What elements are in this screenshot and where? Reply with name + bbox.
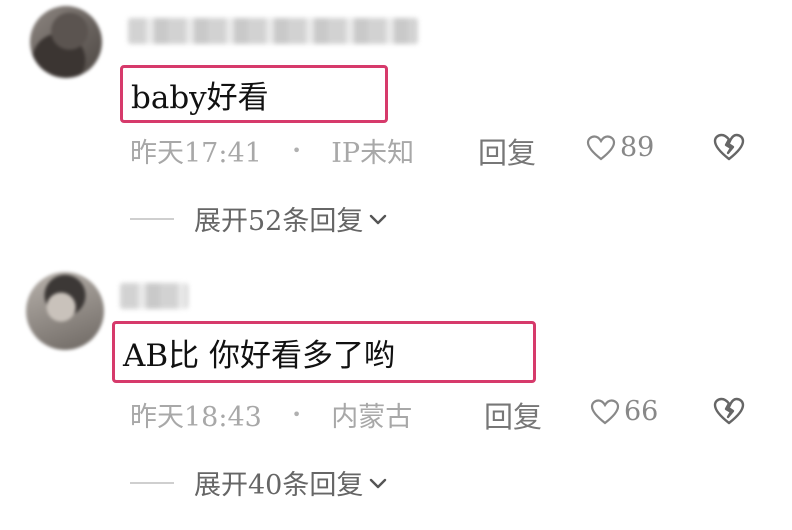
avatar[interactable] — [26, 272, 104, 350]
dislike-button[interactable] — [712, 396, 746, 430]
divider-line — [130, 217, 174, 220]
chevron-down-icon — [370, 214, 387, 224]
comment-meta: 昨天18:43 • 内蒙古 — [130, 395, 412, 434]
like-count: 66 — [624, 396, 659, 427]
expand-replies-label: 展开40条回复 — [194, 470, 364, 501]
broken-heart-icon — [713, 397, 745, 425]
expand-replies-button[interactable]: 展开52条回复 — [130, 199, 389, 238]
reply-button[interactable]: 回复 — [484, 394, 542, 436]
meta-separator: • — [291, 405, 302, 424]
meta-separator: • — [291, 141, 302, 160]
expand-replies-button[interactable]: 展开40条回复 — [130, 463, 389, 502]
comment-location: IP未知 — [331, 138, 415, 169]
avatar[interactable] — [30, 6, 102, 78]
comment-text: AB比 你好看多了哟 — [123, 337, 396, 374]
like-count: 89 — [620, 132, 655, 163]
heart-outline-icon — [590, 398, 620, 424]
username-blurred[interactable] — [128, 18, 418, 44]
broken-heart-icon — [713, 133, 745, 161]
comment-meta: 昨天17:41 • IP未知 — [130, 131, 414, 170]
comment-location: 内蒙古 — [331, 402, 413, 433]
comment-text-highlight: AB比 你好看多了哟 — [112, 321, 536, 383]
reply-button[interactable]: 回复 — [478, 130, 536, 172]
divider-line — [130, 481, 174, 484]
comment-text-highlight: baby好看 — [120, 65, 388, 123]
chevron-down-icon — [370, 478, 387, 488]
dislike-button[interactable] — [712, 132, 746, 166]
username-blurred[interactable] — [120, 283, 188, 309]
comment-time: 昨天17:41 — [130, 138, 262, 169]
heart-outline-icon — [586, 134, 616, 160]
comment-text: baby好看 — [131, 79, 269, 116]
like-button[interactable]: 66 — [590, 396, 658, 427]
expand-replies-label: 展开52条回复 — [194, 206, 364, 237]
comment-time: 昨天18:43 — [130, 402, 262, 433]
like-button[interactable]: 89 — [586, 132, 654, 163]
